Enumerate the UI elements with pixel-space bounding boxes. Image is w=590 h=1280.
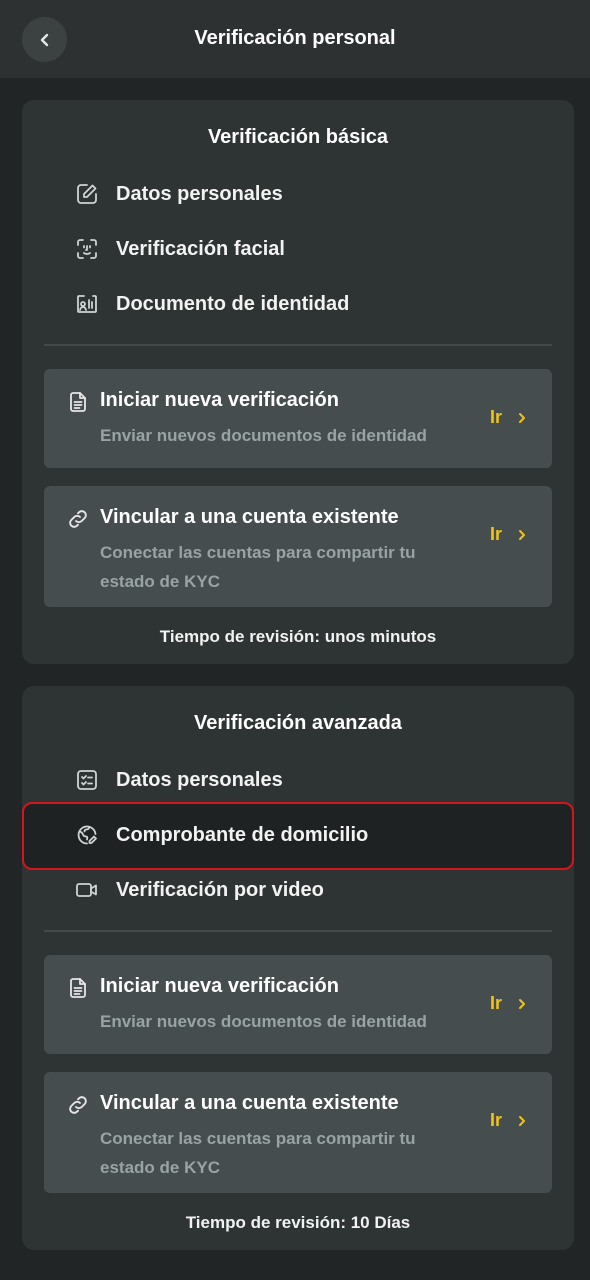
go-label: Ir bbox=[489, 407, 502, 427]
go-link[interactable]: Ir bbox=[490, 407, 528, 428]
advanced-verification-title: Verificación avanzada bbox=[194, 712, 402, 734]
section-divider bbox=[44, 344, 552, 346]
document-icon bbox=[70, 978, 86, 998]
go-link[interactable]: Ir bbox=[490, 524, 528, 545]
face-scan-icon bbox=[74, 236, 100, 262]
go-link[interactable]: Ir bbox=[490, 1110, 528, 1131]
edit-square-icon bbox=[74, 181, 100, 207]
basic-verification-title: Verificación básica bbox=[207, 126, 389, 148]
step-label: Datos personales bbox=[116, 768, 283, 791]
option-subtitle: Conectar las cuentas para compartir tu e… bbox=[100, 543, 416, 591]
link-existing-account-option[interactable]: Vincular a una cuenta existente Conectar… bbox=[44, 486, 552, 607]
option-title: Iniciar nueva verificación bbox=[100, 389, 339, 411]
checklist-icon bbox=[74, 767, 100, 793]
basic-step-personal-data: Datos personales bbox=[74, 179, 283, 209]
review-time: Tiempo de revisión: 10 Días bbox=[185, 1213, 411, 1232]
go-label: Ir bbox=[489, 1110, 502, 1130]
step-label: Documento de identidad bbox=[116, 292, 350, 315]
advanced-step-proof-of-address[interactable]: Comprobante de domicilio bbox=[74, 820, 368, 850]
go-link[interactable]: Ir bbox=[490, 993, 528, 1014]
basic-verification-card: Verificación básica Datos personales Ver… bbox=[22, 100, 574, 664]
go-label: Ir bbox=[489, 993, 502, 1013]
video-camera-icon bbox=[74, 877, 100, 903]
start-new-verification-option[interactable]: Iniciar nueva verificación Enviar nuevos… bbox=[44, 955, 552, 1054]
globe-edit-icon bbox=[74, 822, 100, 848]
option-title: Vincular a una cuenta existente bbox=[100, 1092, 399, 1114]
link-existing-account-option[interactable]: Vincular a una cuenta existente Conectar… bbox=[44, 1072, 552, 1193]
step-label: Datos personales bbox=[116, 182, 283, 205]
link-icon bbox=[69, 510, 87, 528]
link-icon bbox=[69, 1096, 87, 1114]
option-title: Vincular a una cuenta existente bbox=[100, 506, 399, 528]
step-label: Comprobante de domicilio bbox=[116, 823, 369, 846]
chevron-right-icon bbox=[519, 529, 525, 540]
advanced-verification-card: Verificación avanzada Datos personales V… bbox=[22, 686, 574, 1250]
go-label: Ir bbox=[489, 524, 502, 544]
option-subtitle: Enviar nuevos documentos de identidad bbox=[100, 426, 427, 445]
step-label: Verificación facial bbox=[116, 237, 285, 260]
start-new-verification-option[interactable]: Iniciar nueva verificación Enviar nuevos… bbox=[44, 369, 552, 468]
option-title: Iniciar nueva verificación bbox=[100, 975, 339, 997]
section-divider bbox=[44, 930, 552, 932]
chevron-right-icon bbox=[519, 1115, 525, 1126]
document-icon bbox=[70, 392, 86, 412]
option-subtitle: Enviar nuevos documentos de identidad bbox=[100, 1012, 427, 1031]
advanced-step-video-verification: Verificación por video bbox=[74, 875, 324, 905]
basic-step-face-verification: Verificación facial bbox=[74, 234, 285, 264]
page-title: Verificación personal bbox=[194, 27, 396, 49]
id-card-icon bbox=[74, 291, 100, 317]
option-subtitle: Conectar las cuentas para compartir tu e… bbox=[100, 1129, 416, 1177]
basic-step-id-document: Documento de identidad bbox=[74, 289, 349, 319]
step-label: Verificación por video bbox=[116, 878, 324, 901]
chevron-right-icon bbox=[519, 412, 525, 423]
advanced-step-personal-data: Datos personales bbox=[74, 765, 283, 795]
chevron-right-icon bbox=[519, 998, 525, 1009]
top-bar: Verificación personal bbox=[0, 0, 590, 78]
review-time: Tiempo de revisión: unos minutos bbox=[159, 627, 437, 646]
